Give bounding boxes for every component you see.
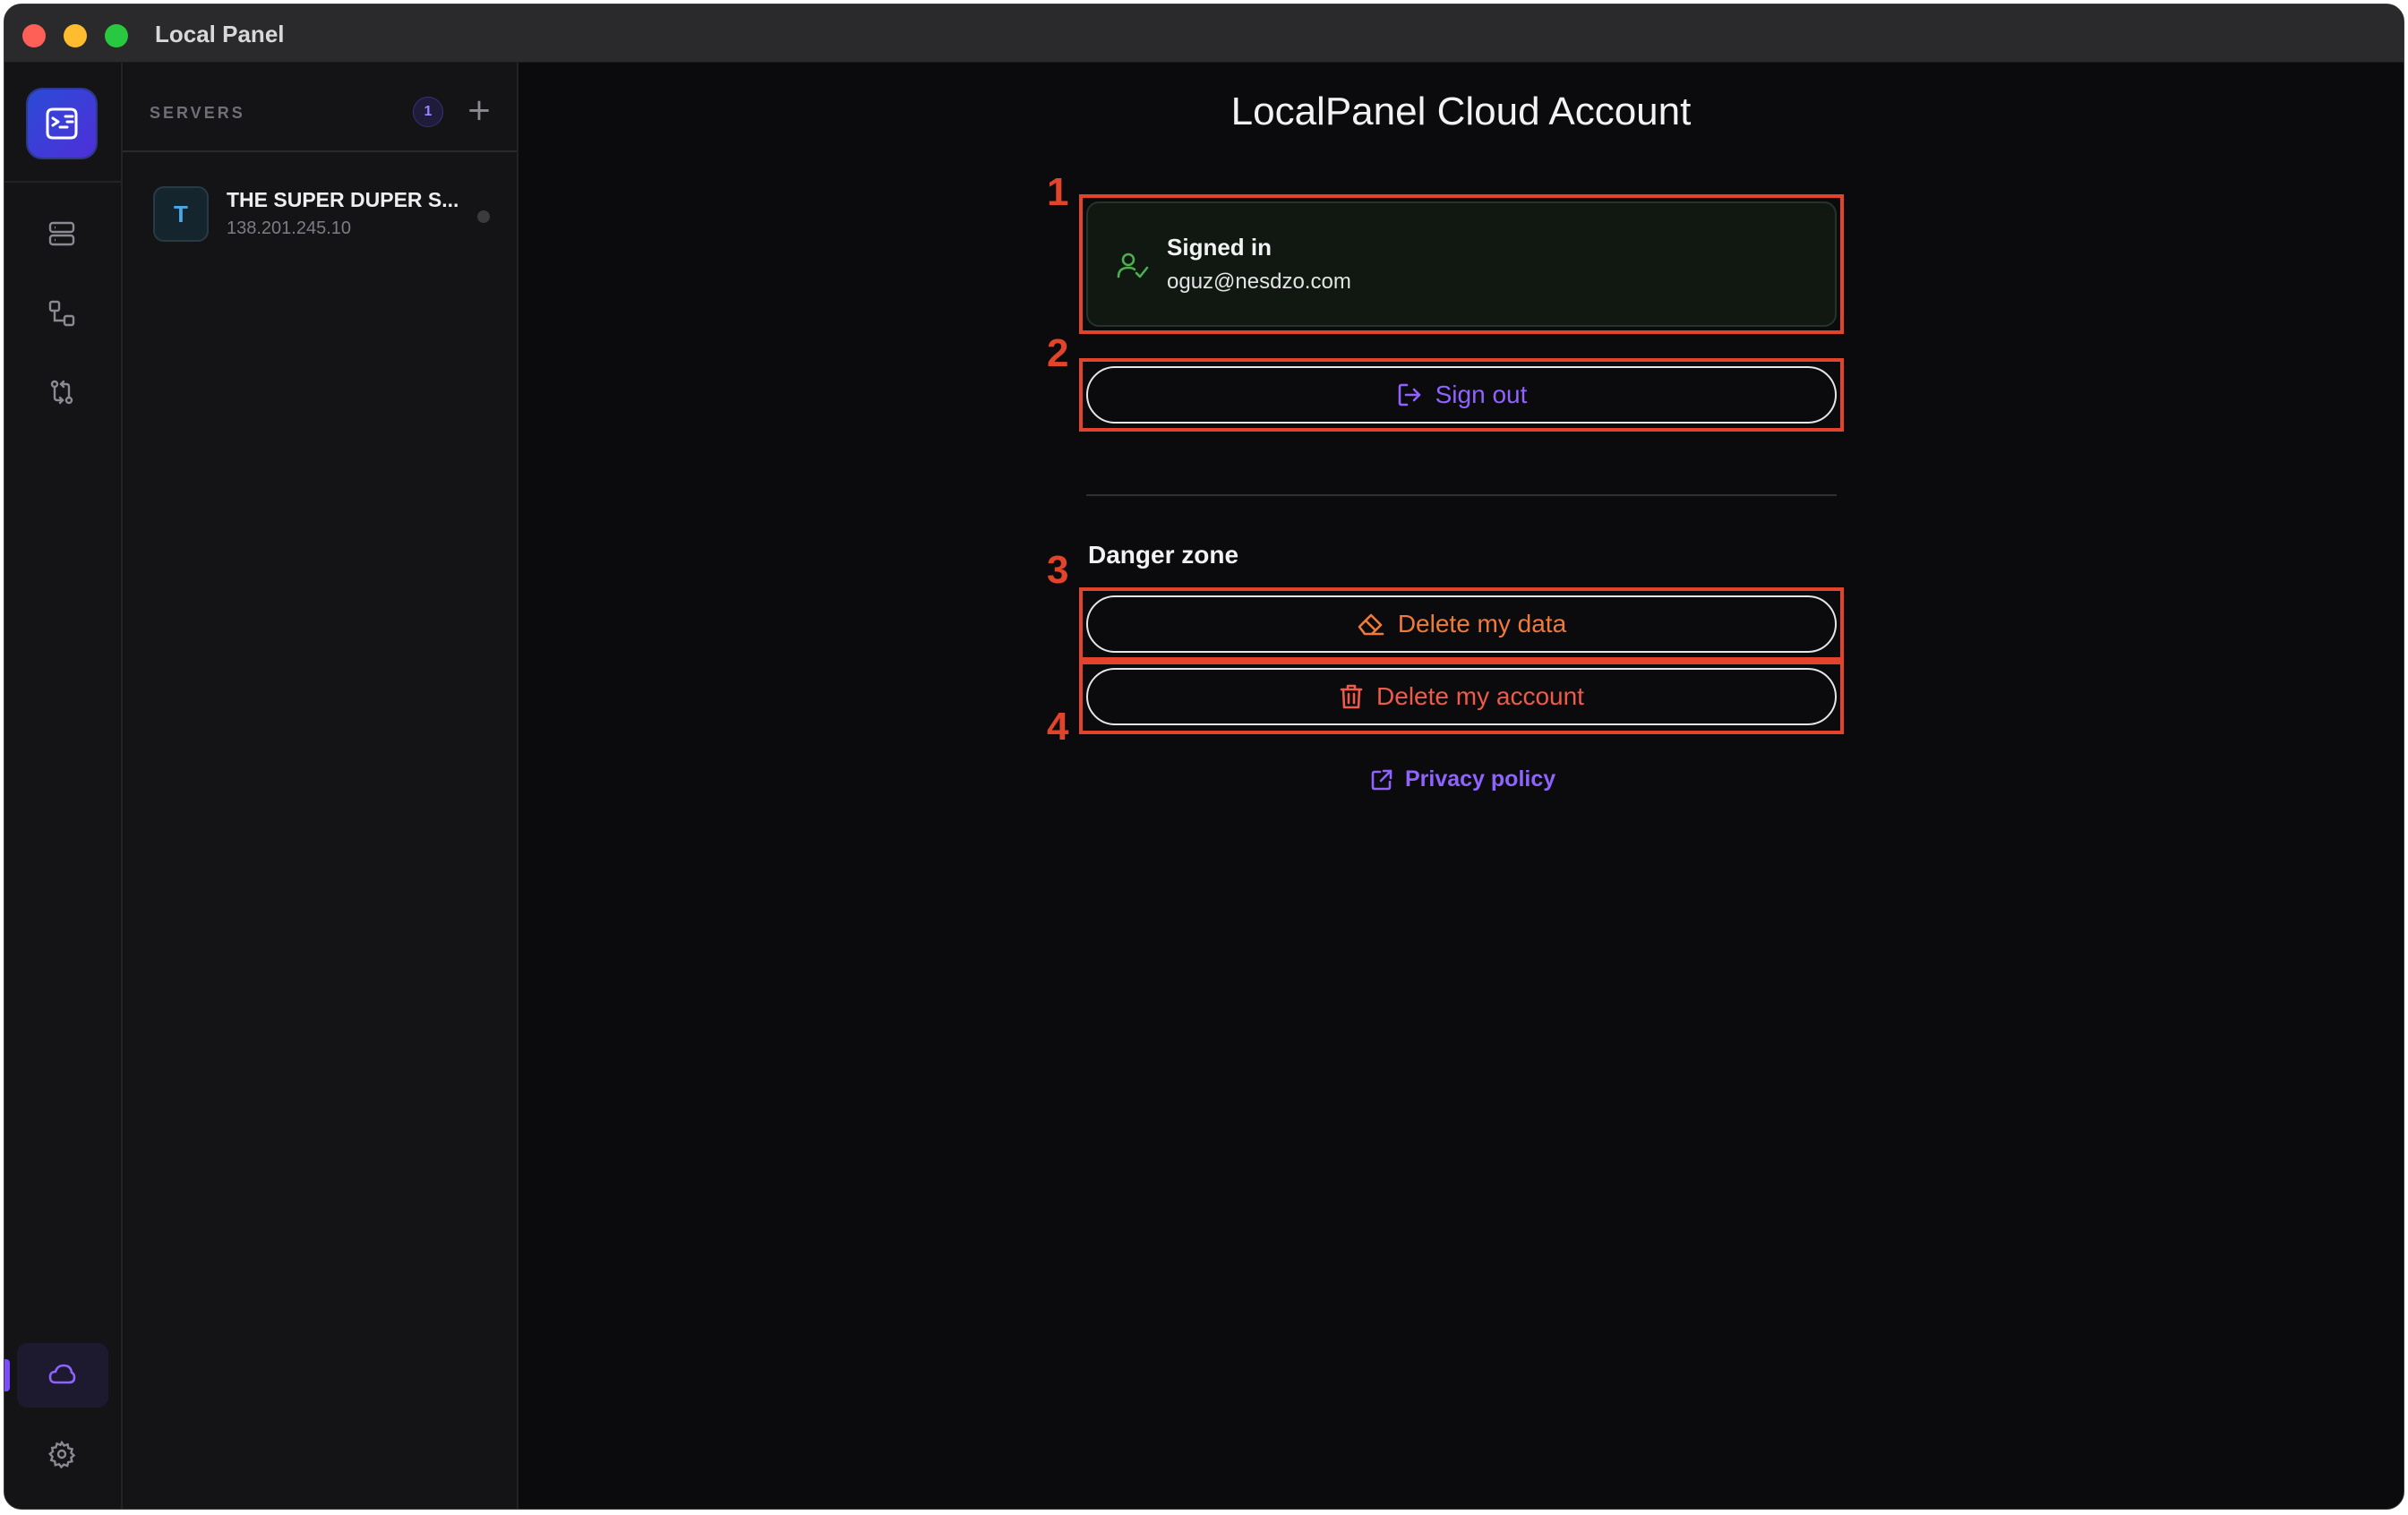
server-list-item[interactable]: T THE SUPER DUPER S... 138.201.245.10: [137, 168, 502, 254]
servers-sidebar: SERVERS 1 + T THE SUPER DUPER S... 138.2…: [123, 63, 518, 1509]
server-name: THE SUPER DUPER S...: [227, 188, 459, 211]
workflow-icon[interactable]: [40, 292, 83, 335]
add-server-button[interactable]: +: [463, 95, 495, 127]
cloud-icon[interactable]: [40, 1354, 83, 1397]
title-bar: Local Panel: [4, 4, 2404, 63]
icon-rail: [4, 63, 123, 1509]
privacy-policy-label: Privacy policy: [1405, 766, 1556, 792]
git-compare-icon[interactable]: [40, 371, 83, 414]
rail-divider: [4, 181, 121, 183]
annotation-label-2: 2: [1047, 331, 1069, 375]
annotation-box-4: [1079, 661, 1844, 734]
annotation-label-3: 3: [1047, 548, 1069, 592]
privacy-policy-link[interactable]: Privacy policy: [1369, 766, 1555, 792]
annotation-box-3: [1079, 587, 1844, 661]
annotation-label-1: 1: [1047, 170, 1069, 214]
section-divider: [1086, 494, 1837, 496]
servers-heading: SERVERS: [150, 104, 245, 122]
app-logo-icon[interactable]: [28, 90, 96, 158]
annotation-box-2: [1079, 358, 1844, 432]
external-link-icon: [1369, 767, 1394, 792]
server-stack-icon[interactable]: [40, 212, 83, 255]
maximize-window-button[interactable]: [105, 24, 128, 47]
gear-icon[interactable]: [40, 1433, 83, 1476]
minimize-window-button[interactable]: [64, 24, 87, 47]
annotation-label-4: 4: [1047, 705, 1069, 749]
page-title: LocalPanel Cloud Account: [1230, 90, 1692, 133]
servers-header: SERVERS 1 +: [123, 63, 517, 152]
window-title: Local Panel: [155, 21, 285, 47]
close-window-button[interactable]: [22, 24, 46, 47]
server-status-dot: [477, 210, 490, 223]
app-window: Local Panel SERVERS 1 + T THE SUPER DUPE…: [4, 4, 2404, 1510]
servers-count-badge: 1: [413, 97, 443, 127]
annotation-box-1: [1079, 194, 1844, 334]
server-avatar: T: [153, 186, 209, 242]
main-content: LocalPanel Cloud Account Signed in oguz@…: [518, 63, 2404, 1509]
rail-active-indicator: [4, 1359, 10, 1391]
server-ip: 138.201.245.10: [227, 218, 352, 238]
danger-zone-heading: Danger zone: [1088, 541, 1239, 569]
